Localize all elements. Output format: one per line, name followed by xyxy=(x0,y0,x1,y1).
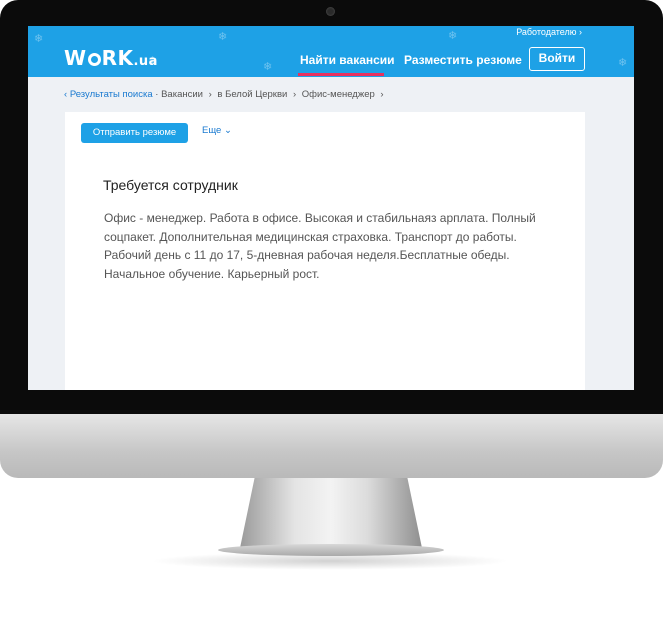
logo-domain: .ua xyxy=(133,54,158,69)
breadcrumb-item[interactable]: Вакансии xyxy=(161,89,203,100)
snowflake-icon: ❄ xyxy=(618,56,628,69)
camera-icon xyxy=(326,7,335,16)
breadcrumb-back-link[interactable]: Результаты поиска xyxy=(70,89,153,100)
vacancy-title: Требуется сотрудник xyxy=(103,177,238,193)
site-logo[interactable]: W RK.ua xyxy=(64,46,158,70)
site-header: ❄ ❄ ❄ ❄ ❄ ❄ Работодателю › W RK.ua Найти … xyxy=(28,26,634,77)
snowflake-icon: ❄ xyxy=(263,60,273,73)
nav-post-resume[interactable]: Разместить резюме xyxy=(404,53,522,67)
logo-letters: RK xyxy=(101,46,134,70)
monitor-chin xyxy=(0,414,663,478)
chevron-down-icon: ⌄ xyxy=(223,125,232,136)
logo-letter: W xyxy=(64,46,87,70)
snowflake-icon: ❄ xyxy=(448,29,458,42)
active-tab-indicator xyxy=(298,73,384,76)
chevron-left-icon: ‹ xyxy=(64,89,68,100)
monitor-stand xyxy=(240,478,422,548)
chevron-right-icon: › xyxy=(292,89,297,100)
snowflake-icon: ❄ xyxy=(218,30,228,43)
more-label: Еще xyxy=(202,125,222,136)
breadcrumb-item[interactable]: в Белой Церкви xyxy=(217,89,287,100)
logo-o-icon xyxy=(87,53,101,66)
chevron-right-icon: › xyxy=(579,27,582,37)
breadcrumb-separator: · xyxy=(155,89,159,100)
more-dropdown[interactable]: Еще ⌄ xyxy=(202,125,232,136)
snowflake-icon: ❄ xyxy=(34,32,44,45)
employer-link-label: Работодателю xyxy=(516,27,577,37)
breadcrumb-item[interactable]: Офис-менеджер xyxy=(302,89,375,100)
vacancy-description: Офис - менеджер. Работа в офисе. Высокая… xyxy=(104,211,536,281)
vacancy-card: Отправить резюме Еще ⌄ Требуется сотрудн… xyxy=(65,112,585,390)
chevron-right-icon: › xyxy=(208,89,212,100)
breadcrumb: ‹ Результаты поиска · Вакансии › в Белой… xyxy=(64,89,387,100)
login-button[interactable]: Войти xyxy=(529,47,585,71)
employer-link[interactable]: Работодателю › xyxy=(516,27,582,37)
send-resume-button[interactable]: Отправить резюме xyxy=(81,123,188,143)
browser-screen: ❄ ❄ ❄ ❄ ❄ ❄ Работодателю › W RK.ua Найти … xyxy=(28,26,634,390)
monitor-stand-base xyxy=(218,544,444,556)
nav-find-vacancies[interactable]: Найти вакансии xyxy=(300,53,395,67)
chevron-right-icon: › xyxy=(380,89,384,100)
